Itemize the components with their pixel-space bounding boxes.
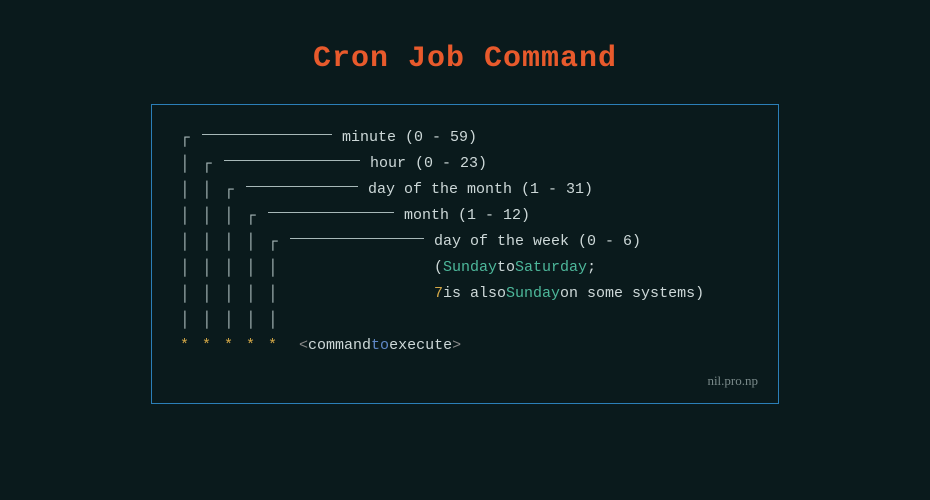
credit-text: nil.pro.np xyxy=(180,373,758,389)
keyword-to: to xyxy=(371,333,389,359)
cron-diagram-panel: ┌ minute (0 - 59) │┌ hour (0 - 23) ││┌ d… xyxy=(151,104,779,404)
field-row-minute: ┌ minute (0 - 59) xyxy=(180,125,758,151)
field-label: minute xyxy=(342,125,396,151)
command-word: command xyxy=(308,333,371,359)
highlight-sunday: Sunday xyxy=(443,255,497,281)
field-label: month xyxy=(404,203,449,229)
text: ( xyxy=(434,255,443,281)
field-range: (1 - 31) xyxy=(521,177,593,203)
cron-expression-row: ***** <command to execute> xyxy=(180,333,758,359)
text: on some systems) xyxy=(560,281,704,307)
text: ; xyxy=(587,255,596,281)
cron-diagram: ┌ minute (0 - 59) │┌ hour (0 - 23) ││┌ d… xyxy=(180,125,758,359)
command-word: execute xyxy=(389,333,452,359)
star-hour: * xyxy=(202,333,224,359)
field-row-dow: ││││┌ day of the week (0 - 6) xyxy=(180,229,758,255)
note-line-1: │││││ (Sunday to Saturday; xyxy=(180,255,758,281)
field-label: hour xyxy=(370,151,406,177)
star-dom: * xyxy=(224,333,246,359)
angle-open: < xyxy=(299,333,308,359)
page-title: Cron Job Command xyxy=(313,42,617,76)
angle-close: > xyxy=(452,333,461,359)
star-dow: * xyxy=(268,333,290,359)
text: to xyxy=(497,255,515,281)
star-minute: * xyxy=(180,333,202,359)
field-range: (1 - 12) xyxy=(458,203,530,229)
field-row-hour: │┌ hour (0 - 23) xyxy=(180,151,758,177)
field-label: day of the month xyxy=(368,177,512,203)
highlight-sunday: Sunday xyxy=(506,281,560,307)
star-month: * xyxy=(246,333,268,359)
text: is also xyxy=(443,281,506,307)
highlight-saturday: Saturday xyxy=(515,255,587,281)
note-line-2: │││││ 7 is also Sunday on some systems) xyxy=(180,281,758,307)
highlight-seven: 7 xyxy=(434,281,443,307)
field-label: day of the week xyxy=(434,229,569,255)
connector-row: │││││ xyxy=(180,307,758,333)
field-range: (0 - 59) xyxy=(405,125,477,151)
field-range: (0 - 23) xyxy=(415,151,487,177)
field-row-month: │││┌ month (1 - 12) xyxy=(180,203,758,229)
field-row-dom: ││┌ day of the month (1 - 31) xyxy=(180,177,758,203)
field-range: (0 - 6) xyxy=(578,229,641,255)
